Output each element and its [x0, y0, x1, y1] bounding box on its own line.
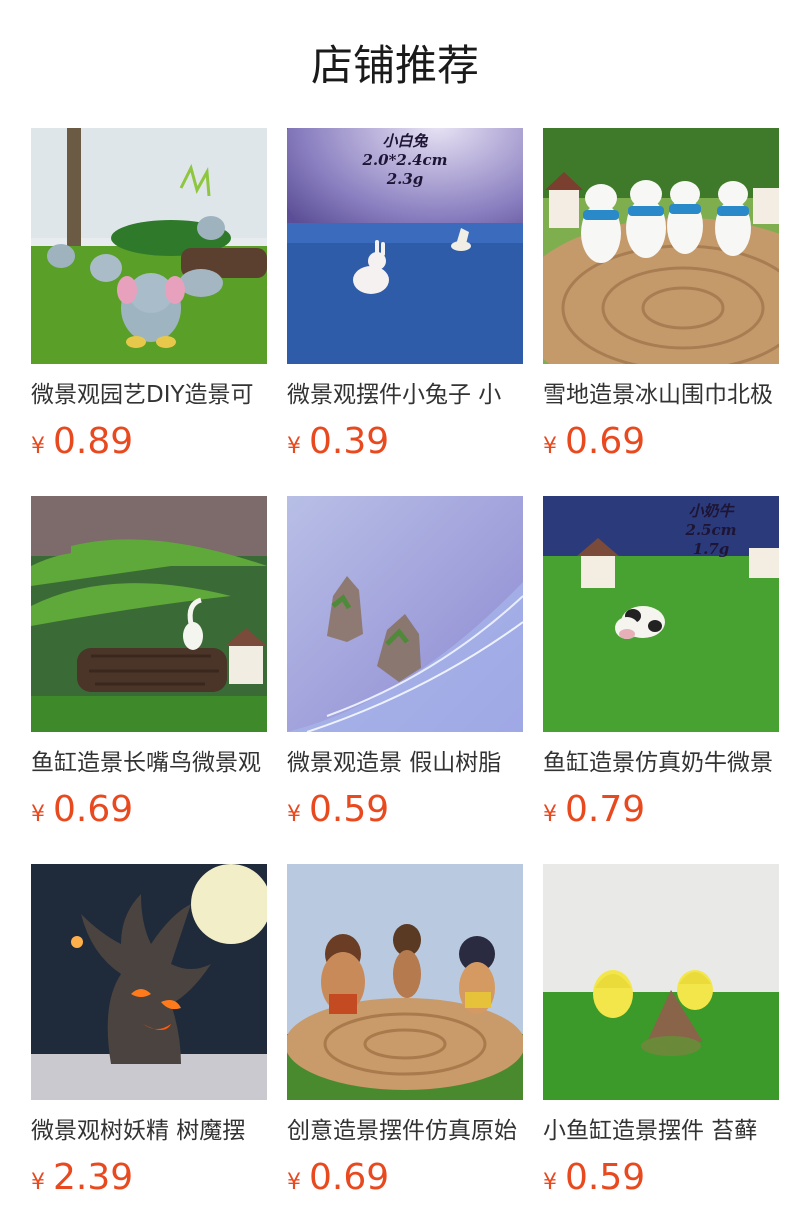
product-name[interactable]: 雪地造景冰山围巾北极 [543, 378, 779, 412]
currency-symbol: ¥ [31, 802, 45, 827]
product-name[interactable]: 微景观树妖精 树魔摆 [31, 1114, 267, 1148]
product-price: ¥0.69 [31, 788, 267, 838]
product-card[interactable]: 鱼缸造景长嘴鸟微景观 ¥0.69 [31, 496, 267, 838]
product-price: ¥0.59 [543, 1156, 779, 1206]
price-value: 0.59 [565, 1157, 646, 1198]
product-image-rabbit[interactable]: 小白兔 2.0*2.4cm 2.3g [287, 128, 523, 364]
product-image-moss-huts[interactable] [543, 864, 779, 1100]
currency-symbol: ¥ [543, 434, 557, 459]
price-value: 0.69 [309, 1157, 390, 1198]
currency-symbol: ¥ [543, 802, 557, 827]
currency-symbol: ¥ [287, 434, 301, 459]
product-name[interactable]: 创意造景摆件仿真原始 [287, 1114, 523, 1148]
product-card[interactable]: 小奶牛 2.5cm 1.7g 鱼缸造景仿真奶牛微景 ¥0.79 [543, 496, 779, 838]
product-image-stork[interactable] [31, 496, 267, 732]
price-value: 0.89 [53, 421, 134, 462]
product-price: ¥0.79 [543, 788, 779, 838]
product-card[interactable]: 微景观造景 假山树脂 ¥0.59 [287, 496, 523, 838]
product-name[interactable]: 鱼缸造景仿真奶牛微景 [543, 746, 779, 780]
currency-symbol: ¥ [31, 1170, 45, 1195]
product-image-polar-bears[interactable] [543, 128, 779, 364]
image-overlay-text: 小白兔 2.0*2.4cm 2.3g [287, 132, 523, 189]
overlay-line: 2.3g [386, 170, 424, 188]
product-name[interactable]: 微景观园艺DIY造景可 [31, 378, 267, 412]
product-card[interactable]: 创意造景摆件仿真原始 ¥0.69 [287, 864, 523, 1206]
currency-symbol: ¥ [31, 434, 45, 459]
overlay-line: 2.0*2.4cm [362, 151, 448, 169]
currency-symbol: ¥ [287, 1170, 301, 1195]
product-name[interactable]: 微景观摆件小兔子 小 [287, 378, 523, 412]
product-card[interactable]: 微景观园艺DIY造景可 ¥0.89 [31, 128, 267, 470]
product-price: ¥0.69 [543, 420, 779, 470]
price-value: 0.59 [309, 789, 390, 830]
product-name[interactable]: 鱼缸造景长嘴鸟微景观 [31, 746, 267, 780]
price-value: 0.69 [565, 421, 646, 462]
product-image-tree-monster[interactable] [31, 864, 267, 1100]
product-price: ¥2.39 [31, 1156, 267, 1206]
product-image-elephants[interactable] [31, 128, 267, 364]
product-name[interactable]: 微景观造景 假山树脂 [287, 746, 523, 780]
currency-symbol: ¥ [543, 1170, 557, 1195]
product-card[interactable]: 微景观树妖精 树魔摆 ¥2.39 [31, 864, 267, 1206]
currency-symbol: ¥ [287, 802, 301, 827]
image-overlay-text: 小奶牛 2.5cm 1.7g [671, 502, 751, 559]
product-price: ¥0.89 [31, 420, 267, 470]
price-value: 0.69 [53, 789, 134, 830]
product-name[interactable]: 小鱼缸造景摆件 苔藓 [543, 1114, 779, 1148]
product-image-caveman[interactable] [287, 864, 523, 1100]
product-image-rockery[interactable] [287, 496, 523, 732]
overlay-line: 小白兔 [382, 132, 428, 150]
product-price: ¥0.39 [287, 420, 523, 470]
product-image-cow[interactable]: 小奶牛 2.5cm 1.7g [543, 496, 779, 732]
overlay-line: 2.5cm [685, 521, 737, 539]
product-grid: 微景观园艺DIY造景可 ¥0.89 小白兔 2.0*2.4cm 2.3g 微景观… [0, 0, 790, 1232]
product-price: ¥0.59 [287, 788, 523, 838]
overlay-line: 小奶牛 [688, 502, 734, 520]
price-value: 0.39 [309, 421, 390, 462]
price-value: 0.79 [565, 789, 646, 830]
product-card[interactable]: 小白兔 2.0*2.4cm 2.3g 微景观摆件小兔子 小 ¥0.39 [287, 128, 523, 470]
overlay-line: 1.7g [692, 540, 730, 558]
product-price: ¥0.69 [287, 1156, 523, 1206]
product-card[interactable]: 小鱼缸造景摆件 苔藓 ¥0.59 [543, 864, 779, 1206]
price-value: 2.39 [53, 1157, 134, 1198]
product-card[interactable]: 雪地造景冰山围巾北极 ¥0.69 [543, 128, 779, 470]
